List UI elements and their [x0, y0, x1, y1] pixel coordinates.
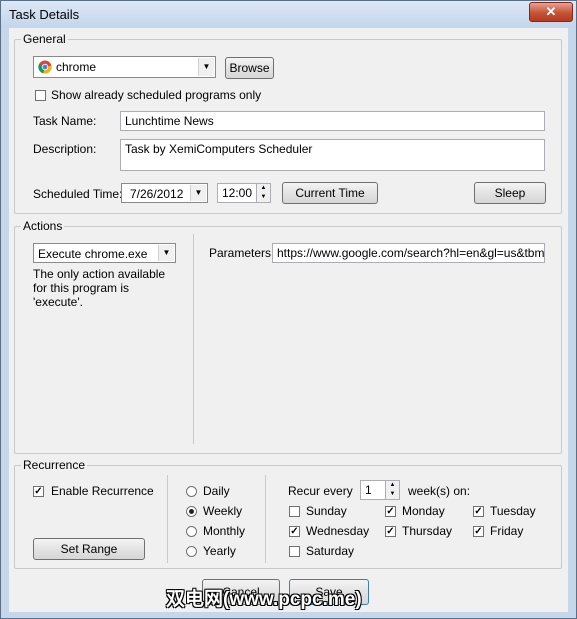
date-value: 7/26/2012	[130, 187, 184, 201]
show-scheduled-label: Show already scheduled programs only	[51, 88, 262, 102]
monday-checkbox[interactable]: ✓	[385, 506, 396, 517]
weeks-on-label: week(s) on:	[408, 484, 471, 498]
recur-every-label: Recur every	[288, 484, 353, 498]
radio-monthly-label: Monthly	[203, 524, 246, 538]
actions-group-label: Actions	[21, 219, 65, 233]
chevron-down-icon[interactable]: ▼	[158, 245, 174, 261]
radio-yearly-label: Yearly	[203, 544, 236, 558]
sunday-label: Sunday	[306, 504, 347, 518]
tuesday-label: Tuesday	[490, 504, 536, 518]
radio-daily-label: Daily	[203, 484, 230, 498]
scheduled-time-label: Scheduled Time:	[33, 187, 123, 201]
watermark-text: 双电网(www.pcpc.me)	[166, 589, 362, 610]
title-bar[interactable]: Task Details ✕	[1, 1, 576, 27]
task-name-input[interactable]: Lunchtime News	[120, 111, 545, 131]
close-button[interactable]: ✕	[529, 2, 573, 22]
set-range-button[interactable]: Set Range	[33, 538, 145, 560]
friday-label: Friday	[490, 524, 524, 538]
spin-up-icon[interactable]: ▲	[386, 481, 399, 490]
time-input[interactable]: 12:00	[217, 183, 257, 203]
action-value: Execute chrome.exe	[38, 247, 148, 261]
action-combobox[interactable]: Execute chrome.exe ▼	[33, 243, 176, 263]
saturday-checkbox[interactable]	[289, 546, 300, 557]
description-input[interactable]: Task by XemiComputers Scheduler	[120, 139, 545, 171]
parameters-input[interactable]: https://www.google.com/search?hl=en&gl=u…	[272, 243, 545, 263]
radio-weekly-label: Weekly	[203, 504, 243, 518]
actions-divider	[193, 234, 194, 444]
enable-recurrence-label: Enable Recurrence	[51, 484, 154, 498]
saturday-label: Saturday	[306, 544, 355, 558]
task-details-window: Task Details ✕ General chrome ▼ Browse S…	[0, 0, 577, 619]
spin-up-icon[interactable]: ▲	[257, 184, 270, 193]
recur-every-input[interactable]: 1	[360, 480, 386, 500]
recurrence-divider-2	[265, 475, 266, 563]
radio-daily[interactable]	[186, 486, 197, 497]
recur-every-spinner[interactable]: ▲ ▼	[385, 480, 400, 500]
chevron-down-icon[interactable]: ▼	[198, 58, 214, 76]
task-name-label: Task Name:	[33, 114, 97, 128]
browse-button[interactable]: Browse	[225, 57, 274, 79]
tuesday-checkbox[interactable]: ✓	[473, 506, 484, 517]
time-spinner[interactable]: ▲ ▼	[256, 183, 271, 203]
friday-checkbox[interactable]: ✓	[473, 526, 484, 537]
spin-down-icon[interactable]: ▼	[257, 193, 270, 202]
radio-monthly[interactable]	[186, 526, 197, 537]
action-note: The only action available for this progr…	[33, 267, 166, 309]
program-combobox[interactable]: chrome ▼	[33, 56, 216, 78]
show-scheduled-checkbox[interactable]	[35, 90, 46, 101]
dialog-body: General chrome ▼ Browse Show already sch…	[9, 28, 568, 612]
wednesday-checkbox[interactable]: ✓	[289, 526, 300, 537]
program-value: chrome	[56, 60, 97, 74]
enable-recurrence-checkbox[interactable]: ✓	[33, 486, 44, 497]
current-time-button[interactable]: Current Time	[282, 182, 378, 204]
date-picker[interactable]: 7/26/2012 ▼	[121, 183, 208, 203]
spin-down-icon[interactable]: ▼	[386, 490, 399, 499]
window-title: Task Details	[9, 7, 80, 22]
recurrence-divider-1	[167, 475, 168, 563]
chevron-down-icon[interactable]: ▼	[190, 185, 206, 201]
description-label: Description:	[33, 142, 97, 156]
wednesday-label: Wednesday	[306, 524, 370, 538]
chrome-icon	[38, 60, 52, 74]
recurrence-group-label: Recurrence	[21, 458, 88, 472]
monday-label: Monday	[402, 504, 445, 518]
sunday-checkbox[interactable]	[289, 506, 300, 517]
thursday-checkbox[interactable]: ✓	[385, 526, 396, 537]
radio-weekly[interactable]	[186, 506, 197, 517]
parameters-label: Parameters:	[209, 246, 275, 260]
radio-yearly[interactable]	[186, 546, 197, 557]
thursday-label: Thursday	[402, 524, 453, 538]
sleep-button[interactable]: Sleep	[474, 182, 546, 204]
general-group-label: General	[21, 32, 68, 46]
